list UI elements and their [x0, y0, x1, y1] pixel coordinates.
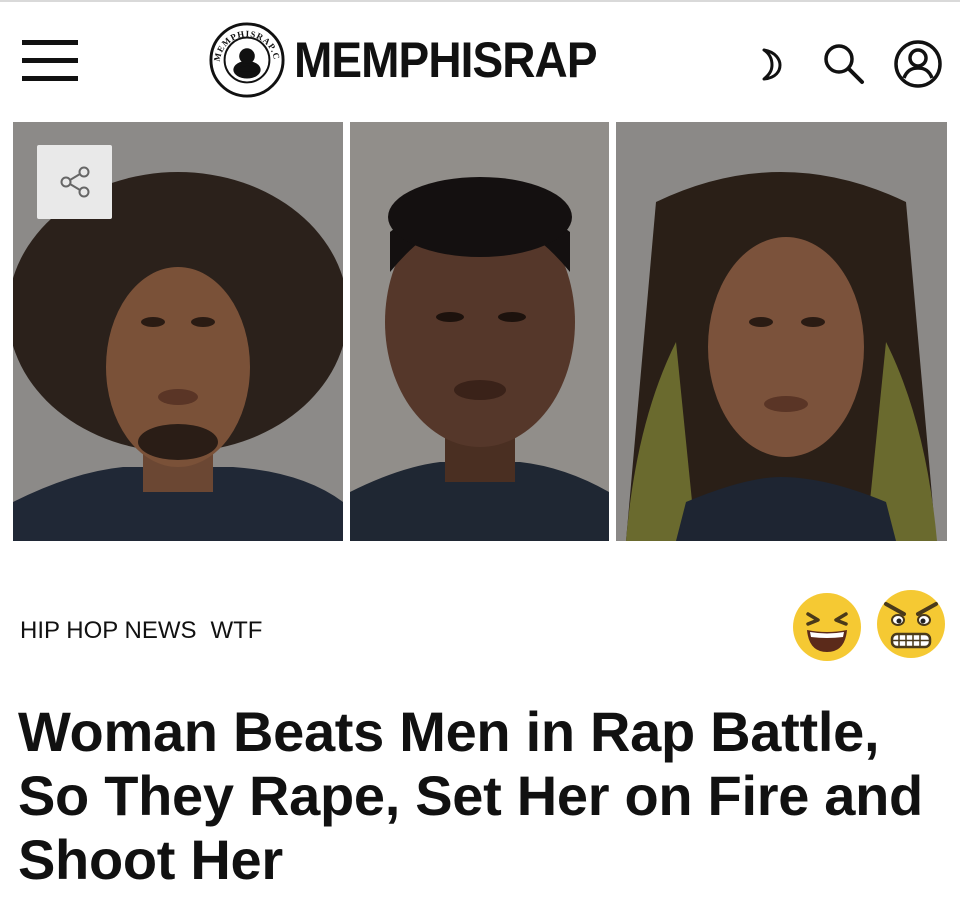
article-headline: Woman Beats Men in Rap Battle, So They R…: [18, 700, 923, 891]
share-button[interactable]: [37, 145, 112, 219]
category-list: HIP HOP NEWS WTF: [20, 617, 262, 645]
hamburger-menu-icon[interactable]: [22, 40, 78, 82]
mugshot-photo: [616, 122, 947, 541]
site-header: MEMPHISRAP.COM MEMPHISRAP: [0, 0, 960, 115]
angry-emoji-icon[interactable]: [874, 586, 948, 660]
hero-image: [13, 122, 947, 541]
site-logo[interactable]: MEMPHISRAP.COM MEMPHISRAP: [208, 20, 623, 100]
user-account-icon[interactable]: [892, 38, 944, 90]
moon-icon[interactable]: [746, 38, 798, 90]
reaction-bar: [790, 586, 950, 666]
search-icon[interactable]: [818, 38, 870, 90]
share-icon: [60, 166, 89, 198]
category-hip-hop-news[interactable]: HIP HOP NEWS: [20, 617, 196, 645]
logo-badge-icon: MEMPHISRAP.COM: [208, 21, 285, 98]
logo-text: MEMPHISRAP: [294, 32, 598, 88]
mugshot-photo: [350, 122, 609, 541]
category-wtf[interactable]: WTF: [210, 617, 262, 645]
laughing-emoji-icon[interactable]: [790, 590, 864, 664]
